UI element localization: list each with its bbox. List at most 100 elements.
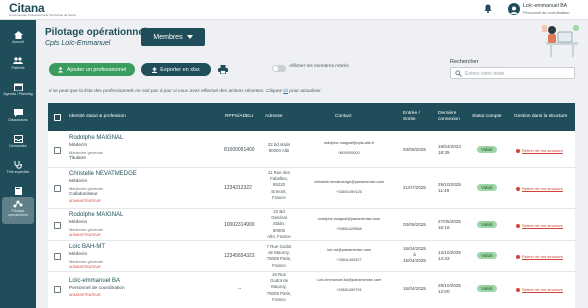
people-icon: [13, 57, 23, 64]
user-name[interactable]: Loïc-emmanuel BA: [523, 3, 567, 9]
member-name[interactable]: Rodolphe MAIGNAL: [69, 135, 123, 141]
page-subtitle: Cpts Loïc-Emmanuel: [45, 40, 111, 47]
status-badge: Validé: [477, 221, 497, 228]
member-role: Médecin: [69, 143, 88, 148]
status-badge: Validé: [477, 184, 497, 191]
pilot-icon: [13, 200, 23, 208]
remove-icon: [516, 287, 520, 292]
table-header: Identité statut & profession RPPS/ADELI …: [48, 103, 575, 131]
header-last-login[interactable]: Dernière connexion: [438, 103, 466, 131]
sidebar-item-label: Télé-expertise: [6, 170, 30, 174]
row-checkbox[interactable]: [54, 147, 61, 154]
remove-from-structure-link[interactable]: Retirer de ma structure: [516, 223, 563, 228]
member-address: 22 bd stalin 80000 Albi: [262, 142, 296, 154]
header-management[interactable]: Gestion dans la structure: [514, 103, 574, 131]
member-entry: 15/04/2025: [403, 286, 426, 291]
remove-icon: [516, 148, 520, 153]
admin-tag: ADMINISTRATEUR: [69, 233, 101, 237]
member-entry: 21/07/2025: [403, 185, 426, 190]
remove-from-structure-link[interactable]: Retirer de ma structure: [516, 148, 563, 153]
remove-icon: [516, 223, 520, 228]
sidebar-item-agenda[interactable]: Agenda / Planning: [0, 80, 36, 106]
header-identity[interactable]: Identité statut & profession: [69, 103, 149, 131]
table-row: Rodolphe MAIGNAL Médecin Médecine généra…: [48, 131, 575, 168]
remove-from-structure-link[interactable]: Retirer de ma structure: [516, 287, 563, 292]
print-icon[interactable]: [218, 65, 228, 74]
header-contact[interactable]: Contact: [335, 103, 365, 131]
search-field[interactable]: [450, 67, 575, 79]
members-button-label: Membres: [153, 33, 183, 41]
sidebar: Accueil Patients Agenda / Planning Discu…: [0, 20, 36, 308]
member-last-login: 16/04/2024 18:35: [438, 144, 461, 156]
member-email[interactable]: loic.mt@panamenise.care: [303, 248, 395, 253]
sidebar-item-accueil[interactable]: Accueil: [0, 28, 36, 54]
header-address[interactable]: Adresse: [265, 103, 295, 131]
row-checkbox[interactable]: [54, 222, 61, 229]
address-line: France: [272, 194, 286, 200]
member-specialty: Médecine générale: [69, 186, 104, 191]
member-name[interactable]: Loïc BAH-MT: [69, 244, 105, 250]
bell-icon[interactable]: [484, 4, 492, 13]
member-email[interactable]: Loïc-emmanuel.ba@panamenise.care: [303, 278, 395, 283]
sidebar-item-patients[interactable]: Patients: [0, 54, 36, 80]
refresh-info-text: Il se peut que la liste des professionne…: [49, 89, 283, 94]
user-role: Personnel de coordination: [523, 10, 570, 15]
member-phone[interactable]: +33601429868: [303, 227, 395, 232]
header-rpps[interactable]: RPPS/ADELI: [225, 103, 261, 131]
address-line: 75009 Paris,: [266, 290, 292, 296]
header-entry-exit[interactable]: Entrée / Sortie: [403, 103, 431, 131]
row-checkbox[interactable]: [54, 253, 61, 260]
member-email[interactable]: christelle.nevatmedge@panamenise.care: [303, 180, 395, 185]
refresh-link[interactable]: ici: [283, 89, 288, 94]
sidebar-item-pilotage[interactable]: Pilotage opérationnel: [2, 197, 34, 224]
member-phone[interactable]: 0600090000: [303, 151, 395, 156]
remove-from-structure-link[interactable]: Retirer de ma structure: [516, 254, 563, 259]
member-name[interactable]: Loïc-emmanuel BA: [69, 278, 120, 284]
login-time: 16:16: [438, 225, 450, 230]
member-entry-exit: 15/04/2025 à 15/04/2025: [403, 246, 426, 264]
member-phone[interactable]: +33601499751: [303, 288, 395, 293]
export-xlsx-button[interactable]: Exporter en xlsx: [141, 63, 211, 76]
member-email[interactable]: rodolphe.maignal@cpts-albi.fr: [303, 141, 395, 146]
select-all-checkbox[interactable]: [54, 114, 61, 121]
export-xlsx-label: Exporter en xlsx: [160, 66, 200, 73]
show-removed-label: Afficher les membres retirés: [289, 64, 349, 69]
sidebar-item-label: Patients: [11, 66, 25, 70]
member-name[interactable]: Rodolphe MAIGNAL: [69, 212, 123, 218]
remove-from-structure-link[interactable]: Retirer de ma structure: [516, 186, 563, 191]
chat-icon: [13, 109, 23, 117]
top-bar: Citana Communauté Professionnelle Territ…: [0, 0, 588, 20]
sidebar-item-label: Agenda / Planning: [3, 92, 33, 96]
status-badge-label: Validé: [477, 252, 497, 259]
upload-icon: [152, 66, 158, 73]
user-avatar[interactable]: [508, 3, 520, 15]
row-checkbox[interactable]: [54, 286, 61, 293]
sidebar-item-discussions[interactable]: Discussions: [0, 106, 36, 132]
member-contact: loic.mt@panamenise.care +33611493327: [303, 248, 395, 263]
member-last-login: 29/10/2025 12:00: [438, 283, 461, 295]
exit-date: 15/04/2025: [403, 258, 426, 263]
home-icon: [13, 31, 23, 39]
add-professional-button[interactable]: Ajouter un professionnel: [49, 63, 135, 76]
members-dropdown-button[interactable]: Membres: [141, 28, 205, 46]
member-email[interactable]: rodolphe.maignal@panamenise.care: [303, 217, 395, 222]
member-phone[interactable]: +33601490125: [303, 190, 395, 195]
row-checkbox[interactable]: [54, 185, 61, 192]
search-input[interactable]: [465, 69, 571, 78]
member-role: Personnel de coordination: [69, 286, 125, 291]
member-rpps: 81000091400: [224, 147, 255, 153]
login-time: 18:35: [438, 150, 450, 155]
members-table: Identité statut & profession RPPS/ADELI …: [48, 103, 575, 308]
member-phone[interactable]: +33611493327: [303, 258, 395, 263]
header-account-status[interactable]: Statut compte: [472, 103, 508, 131]
member-role: Médecin: [69, 179, 88, 184]
sidebar-item-tele-expertise[interactable]: Télé-expertise: [0, 158, 36, 184]
member-name[interactable]: Christelle NEVATMEDGE: [69, 171, 137, 177]
show-removed-toggle[interactable]: [272, 65, 286, 72]
member-entry: 03/09/2025: [403, 147, 426, 152]
search-label: Rechercher: [450, 59, 479, 65]
member-rpps: 10002314900: [224, 222, 255, 228]
sidebar-item-demandes[interactable]: Demandes: [0, 132, 36, 158]
status-badge-label: Validé: [477, 146, 497, 153]
member-address: 22 Bd Général Stalin, 80000 Albi, France: [262, 209, 296, 240]
